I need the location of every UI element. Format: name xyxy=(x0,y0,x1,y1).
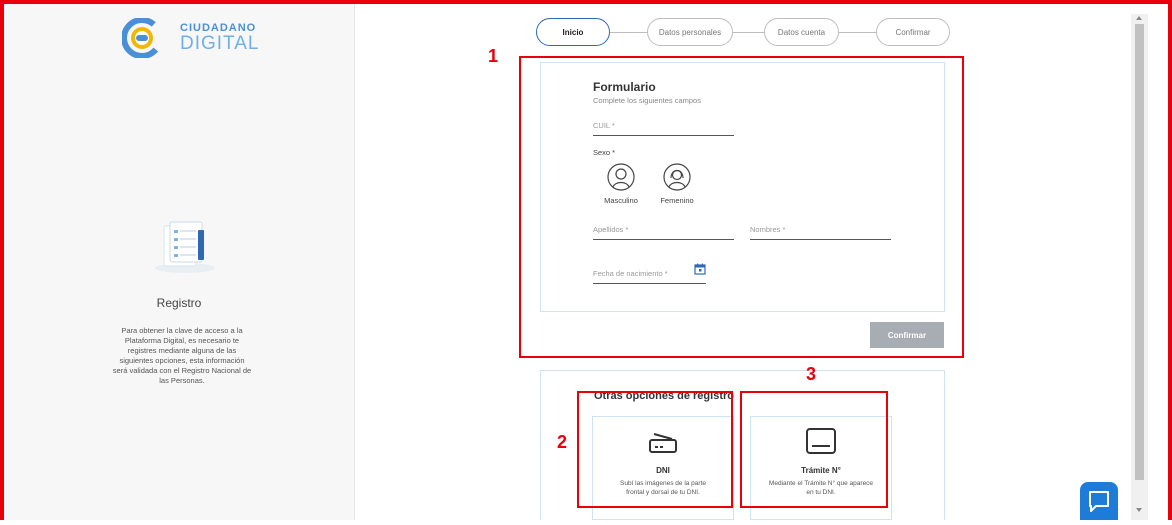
annotation-box-3 xyxy=(740,391,888,508)
annotation-label-1: 1 xyxy=(488,46,499,66)
step-connector xyxy=(610,32,647,33)
registration-illustration-icon xyxy=(152,218,218,274)
scroll-up-icon[interactable] xyxy=(1136,16,1142,20)
chat-button[interactable] xyxy=(1080,482,1118,520)
step-connector xyxy=(733,32,764,33)
sidebar: CIUDADANO DIGITAL Registro Para obtener … xyxy=(4,4,355,520)
brand-line2: DIGITAL xyxy=(180,33,260,54)
annotation-box-2 xyxy=(577,391,733,508)
step-confirmar[interactable]: Confirmar xyxy=(876,18,950,46)
scroll-thumb[interactable] xyxy=(1135,24,1144,480)
brand-logo-icon xyxy=(121,17,174,59)
annotation-label-2: 2 xyxy=(557,432,568,452)
step-connector xyxy=(839,32,876,33)
sidebar-title: Registro xyxy=(156,296,202,310)
step-inicio[interactable]: Inicio xyxy=(536,18,610,46)
annotation-box-1 xyxy=(519,56,964,358)
scrollbar[interactable] xyxy=(1131,14,1148,520)
brand-logo[interactable]: CIUDADANO DIGITAL xyxy=(121,17,260,59)
chat-icon xyxy=(1089,491,1109,512)
step-datos-personales[interactable]: Datos personales xyxy=(647,18,733,46)
scroll-down-icon[interactable] xyxy=(1136,508,1142,512)
annotation-label-3: 3 xyxy=(806,364,817,384)
sidebar-description: Para obtener la clave de acceso a la Pla… xyxy=(112,326,252,385)
step-datos-cuenta[interactable]: Datos cuenta xyxy=(764,18,839,46)
